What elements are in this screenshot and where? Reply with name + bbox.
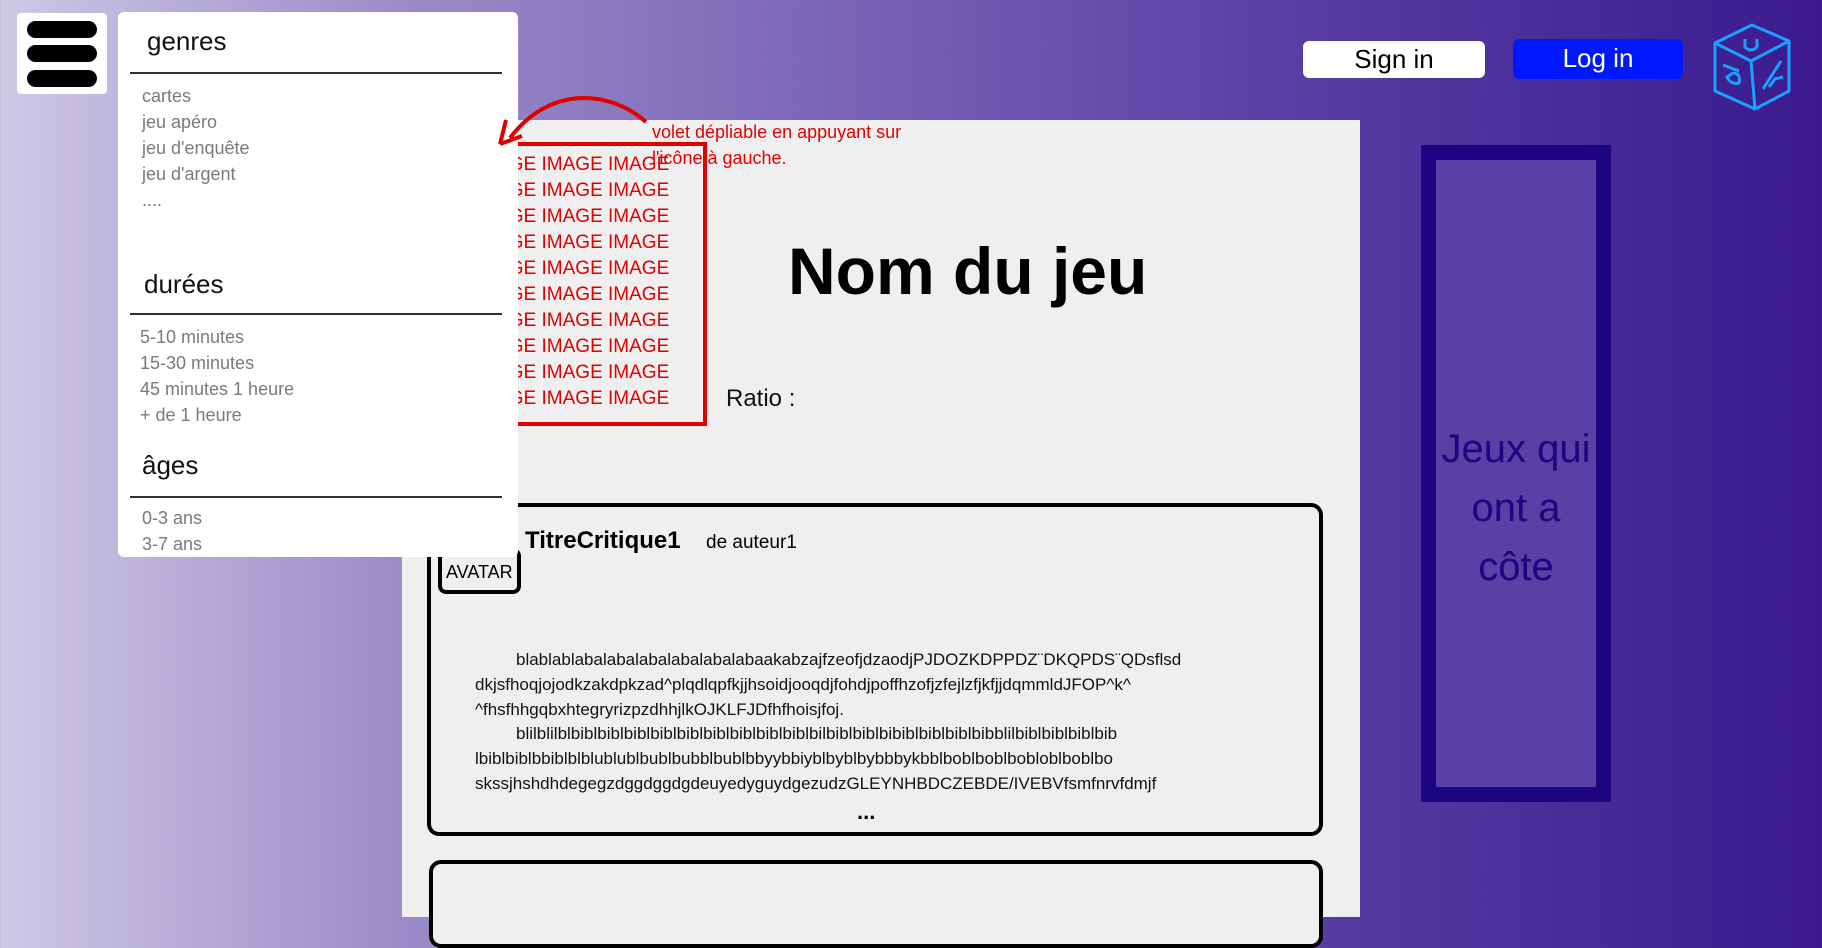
related-games-panel[interactable]: Jeux qui ont a côte [1421,145,1611,802]
annotation-arrow-icon [498,96,648,146]
duration-option[interactable]: 15-30 minutes [140,353,254,374]
filter-panel: genres cartes jeu apéro jeu d'enquête je… [118,12,518,557]
age-option[interactable]: 3-7 ans [142,534,202,555]
sign-in-button[interactable]: Sign in [1303,41,1485,78]
review-text-line: ^fhsfhhgqbxhtegryrizpzdhhjlkOJKLFJDfhfho… [475,700,844,719]
related-games-label-line: Jeux qui [1441,427,1591,471]
age-option[interactable]: 0-3 ans [142,508,202,529]
review-text-line: blilblilblbiblbiblbiblbiblbiblbiblbiblbi… [516,724,1118,743]
genre-option[interactable]: jeu apéro [142,112,217,133]
review-text-line: skssjhshdhdegegzdggdggdgdeuyedyguydgezud… [475,774,1157,793]
related-games-label: Jeux qui ont a côte [1436,420,1596,597]
image-placeholder-text: IMAGE IMAGE IMAGE [503,232,670,253]
ages-heading: âges [142,450,199,480]
image-placeholder-text: IMAGE IMAGE IMAGE [503,258,670,279]
review-author[interactable]: de auteur1 [706,532,797,554]
image-placeholder-text: IMAGE IMAGE IMAGE [503,336,670,357]
duration-option[interactable]: + de 1 heure [140,405,242,426]
hamburger-menu-button[interactable] [17,13,107,94]
dice-icon[interactable] [1711,21,1793,113]
divider [130,72,502,74]
genre-option[interactable]: jeu d'enquête [142,138,250,159]
image-placeholder-text: IMAGE IMAGE IMAGE [503,388,670,409]
image-placeholder-text: IMAGE IMAGE IMAGE [503,362,670,383]
review-card [429,860,1323,948]
genres-heading: genres [147,26,227,56]
hamburger-menu-icon [27,45,97,62]
review-title[interactable]: TitreCritique1 [525,527,681,555]
genre-option[interactable]: jeu d'argent [142,164,236,185]
ratio-label: Ratio : [726,385,796,412]
game-title: Nom du jeu [788,234,1148,308]
avatar-label: AVATAR [446,562,513,582]
image-placeholder-text: IMAGE IMAGE IMAGE [503,284,670,305]
related-games-label-line: ont a côte [1471,486,1561,589]
hamburger-menu-icon [27,21,97,38]
divider [130,313,502,315]
image-placeholder-text: IMAGE IMAGE IMAGE [503,180,670,201]
genre-more[interactable]: .... [142,190,162,211]
durations-heading: durées [144,269,224,299]
review-text-line: lbiblbiblbbiblblblublublbublbubblbublbby… [475,749,1114,768]
hamburger-menu-icon [27,70,97,87]
image-placeholder-text: IMAGE IMAGE IMAGE [503,310,670,331]
genre-option[interactable]: cartes [142,86,191,107]
review-text-line: blablablabalabalabalabalabalabaakabzajfz… [516,650,1182,669]
divider [130,496,502,498]
review-text-line: dkjsfhoqjojodkzakdpkzad^plqdlqpfkjjhsoid… [475,675,1131,694]
game-image-placeholder: IMAGE IMAGE IMAGE IMAGE IMAGE IMAGE IMAG… [499,142,707,426]
duration-option[interactable]: 5-10 minutes [140,327,244,348]
annotation-note: volet dépliable en appuyant sur l'icône … [652,122,902,168]
read-more-ellipsis[interactable]: ... [857,799,875,825]
image-placeholder-text: IMAGE IMAGE IMAGE [503,206,670,227]
duration-option[interactable]: 45 minutes 1 heure [140,379,294,400]
log-in-button[interactable]: Log in [1513,39,1683,79]
